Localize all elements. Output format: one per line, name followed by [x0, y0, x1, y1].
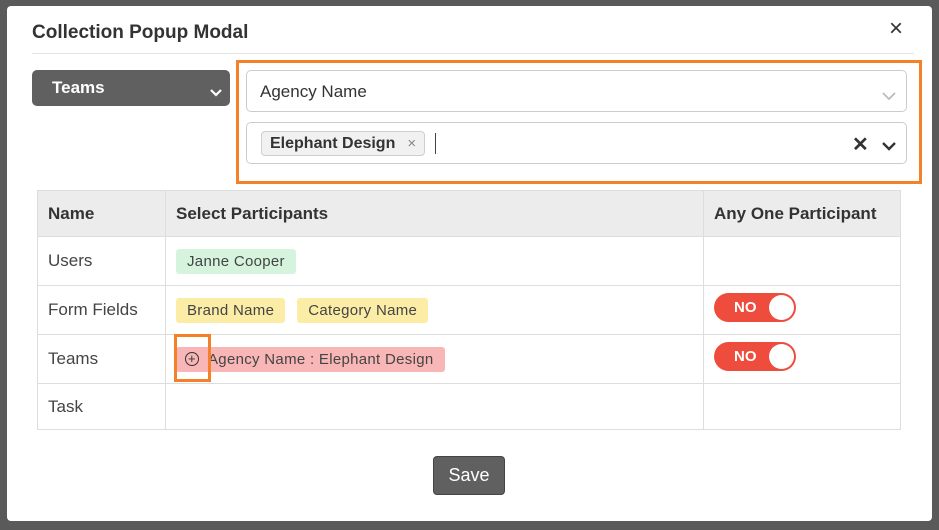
participant-tag-label: Agency Name : Elephant Design — [208, 350, 434, 368]
participants-table: Name Select Participants Any One Partici… — [37, 190, 901, 430]
any-one-cell — [703, 236, 901, 286]
close-icon[interactable]: × — [884, 17, 908, 42]
row-name: Form Fields — [37, 285, 166, 335]
chip-remove-icon[interactable]: × — [407, 135, 416, 152]
toggle-label: NO — [734, 299, 757, 316]
column-header-name: Name — [37, 190, 166, 237]
row-name: Users — [37, 236, 166, 286]
participant-tag[interactable]: Janne Cooper — [176, 248, 296, 274]
field-select-value: Agency Name — [260, 82, 367, 101]
chevron-down-icon — [882, 86, 896, 106]
table-row: Users Janne Cooper — [37, 236, 901, 286]
divider — [32, 53, 914, 54]
participant-tag[interactable]: Brand Name — [176, 297, 286, 323]
table-header-row: Name Select Participants Any One Partici… — [37, 190, 901, 237]
chevron-down-icon[interactable] — [882, 138, 896, 156]
column-header-any-one: Any One Participant — [703, 190, 901, 237]
table-row: Teams + Agency Name : Elephant Design NO — [37, 334, 901, 384]
row-name: Task — [37, 383, 166, 430]
clear-all-icon[interactable]: ✕ — [852, 132, 869, 157]
participant-type-select[interactable]: Teams — [32, 70, 230, 106]
toggle-knob — [769, 344, 794, 369]
participants-cell: Brand Name Category Name — [165, 285, 704, 335]
any-one-cell: NO — [703, 285, 901, 335]
chip-label: Elephant Design — [270, 135, 396, 152]
any-one-cell — [703, 383, 901, 430]
selected-value-chip: Elephant Design × — [261, 131, 426, 156]
save-button[interactable]: Save — [433, 456, 505, 495]
table-row: Task — [37, 383, 901, 430]
participant-tag[interactable]: Category Name — [297, 297, 429, 323]
chevron-down-icon — [210, 82, 222, 102]
collection-popup-modal: Collection Popup Modal × Teams Agency Na… — [7, 6, 932, 521]
toggle-label: NO — [734, 348, 757, 365]
any-one-cell: NO — [703, 334, 901, 384]
any-one-toggle[interactable]: NO — [714, 293, 796, 322]
modal-title: Collection Popup Modal — [32, 22, 249, 43]
value-multiselect[interactable]: Elephant Design × ✕ — [246, 122, 907, 164]
field-select[interactable]: Agency Name — [246, 70, 907, 112]
participants-cell: Janne Cooper — [165, 236, 704, 286]
text-cursor — [435, 133, 436, 154]
row-name: Teams — [37, 334, 166, 384]
any-one-toggle[interactable]: NO — [714, 342, 796, 371]
toggle-knob — [769, 295, 794, 320]
participant-tag[interactable]: + Agency Name : Elephant Design — [176, 346, 445, 372]
participants-cell: + Agency Name : Elephant Design — [165, 334, 704, 384]
participant-type-value: Teams — [52, 78, 105, 97]
column-header-participants: Select Participants — [165, 190, 704, 237]
add-circle-icon[interactable]: + — [185, 351, 199, 366]
table-row: Form Fields Brand Name Category Name NO — [37, 285, 901, 335]
participants-cell — [165, 383, 704, 430]
